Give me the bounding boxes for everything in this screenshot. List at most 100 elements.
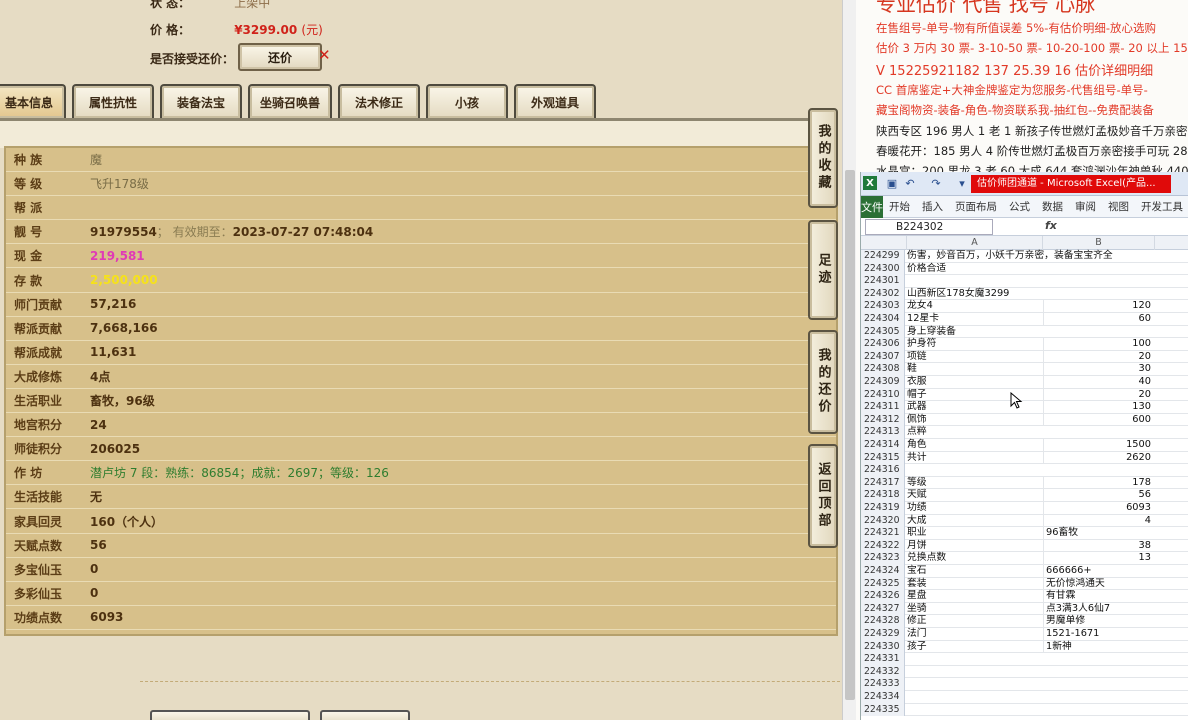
row-number[interactable]: 224301: [861, 275, 905, 288]
cell-b[interactable]: 1500: [1043, 439, 1153, 451]
cell-b[interactable]: 男魔单修: [1043, 615, 1153, 628]
cell-a[interactable]: 伤害，妙音百万，小妖千万亲密，装备宝宝齐全: [907, 250, 1113, 262]
cell-b[interactable]: 666666+: [1043, 565, 1153, 577]
cell-b[interactable]: 13: [1043, 552, 1153, 565]
cell-a[interactable]: 等级: [907, 477, 1041, 489]
row-number[interactable]: 224318: [861, 489, 905, 502]
row-number[interactable]: 224332: [861, 665, 905, 679]
row-number[interactable]: 224322: [861, 539, 905, 553]
cell-a[interactable]: 天赋: [907, 489, 1041, 501]
sheet-row[interactable]: 224325 套装 无价惊鸿通天: [861, 577, 1188, 591]
row-number[interactable]: 224326: [861, 590, 905, 603]
sheet-row[interactable]: 224320 大成 4: [861, 514, 1188, 528]
cell-a[interactable]: 功绩: [907, 502, 1041, 514]
row-number[interactable]: 224310: [861, 388, 905, 402]
sheet-row[interactable]: 224300 价格合适: [861, 262, 1188, 276]
row-number[interactable]: 224317: [861, 476, 905, 490]
cell-b[interactable]: 4: [1043, 514, 1153, 527]
redo-icon[interactable]: ↷: [929, 176, 943, 190]
sheet-row[interactable]: 224305 身上穿装备: [861, 325, 1188, 339]
sheet-row[interactable]: 224302 山西新区178女魔3299: [861, 287, 1188, 301]
cell-b[interactable]: 100: [1043, 338, 1153, 351]
cell-a[interactable]: 孩子: [907, 641, 1041, 653]
cell-a[interactable]: 修正: [907, 615, 1041, 627]
ribbon-tab-developer[interactable]: 开发工具: [1135, 199, 1188, 214]
sheet-row[interactable]: 224301: [861, 275, 1188, 288]
name-box[interactable]: B224302: [865, 219, 993, 235]
bargain-button[interactable]: 还价: [238, 43, 322, 71]
sheet-row[interactable]: 224326 星盘 有甘霖: [861, 590, 1188, 603]
row-number[interactable]: 224315: [861, 451, 905, 465]
ribbon-tab-formulas[interactable]: 公式: [1003, 199, 1036, 214]
sheet-row[interactable]: 224306 护身符 100: [861, 338, 1188, 351]
page-scrollbar[interactable]: [842, 0, 856, 720]
row-number[interactable]: 224306: [861, 338, 905, 351]
close-icon[interactable]: ✕: [318, 46, 331, 64]
cell-b[interactable]: 120: [1043, 300, 1153, 313]
sheet-row[interactable]: 224308 鞋 30: [861, 363, 1188, 376]
cell-a[interactable]: 共计: [907, 452, 1041, 464]
row-number[interactable]: 224319: [861, 502, 905, 515]
sheet-row[interactable]: 224315 共计 2620: [861, 451, 1188, 465]
cell-a[interactable]: 山西新区178女魔3299: [907, 288, 1041, 300]
cell-a[interactable]: 月饼: [907, 540, 1041, 552]
sheet-row[interactable]: 224303 龙女4 120: [861, 300, 1188, 313]
cell-a[interactable]: 佩饰: [907, 414, 1041, 426]
cell-b[interactable]: 1新神: [1043, 640, 1153, 653]
sheet-row[interactable]: 224309 衣服 40: [861, 376, 1188, 389]
tab-spell-correction[interactable]: 法术修正: [338, 84, 420, 118]
row-number[interactable]: 224330: [861, 640, 905, 654]
sheet-row[interactable]: 224335: [861, 703, 1188, 717]
my-bargain-button[interactable]: 我的还价: [808, 330, 838, 434]
row-number[interactable]: 224329: [861, 628, 905, 641]
row-number[interactable]: 224304: [861, 313, 905, 326]
favorites-button[interactable]: 我的收藏: [808, 108, 838, 208]
cell-b[interactable]: 96畜牧: [1043, 527, 1153, 540]
row-number[interactable]: 224335: [861, 703, 905, 717]
row-number[interactable]: 224333: [861, 678, 905, 691]
scrollbar-thumb[interactable]: [845, 170, 855, 700]
ribbon-tab-data[interactable]: 数据: [1036, 199, 1069, 214]
cell-b[interactable]: 有甘霖: [1043, 590, 1153, 603]
sheet-row[interactable]: 224330 孩子 1新神: [861, 640, 1188, 654]
cell-a[interactable]: 套装: [907, 578, 1041, 590]
cell-a[interactable]: 点粹: [907, 426, 1041, 438]
ribbon-tab-review[interactable]: 审阅: [1069, 199, 1102, 214]
sheet-row[interactable]: 224314 角色 1500: [861, 439, 1188, 452]
sheet-row[interactable]: 224319 功绩 6093: [861, 502, 1188, 515]
row-number[interactable]: 224320: [861, 514, 905, 528]
cell-b[interactable]: 130: [1043, 401, 1153, 414]
row-number[interactable]: 224299: [861, 250, 905, 263]
row-number[interactable]: 224313: [861, 426, 905, 439]
row-number[interactable]: 224323: [861, 552, 905, 565]
sheet-row[interactable]: 224331: [861, 653, 1188, 666]
fx-icon[interactable]: fx: [1045, 219, 1057, 232]
row-number[interactable]: 224305: [861, 325, 905, 339]
tab-attributes[interactable]: 属性抗性: [72, 84, 154, 118]
sheet-row[interactable]: 224318 天赋 56: [861, 489, 1188, 502]
back-to-top-button[interactable]: 返回顶部: [808, 444, 838, 548]
spreadsheet-grid[interactable]: 224299 伤害，妙音百万，小妖千万亲密，装备宝宝齐全 224300 价格合适 224…: [861, 250, 1188, 720]
sheet-row[interactable]: 224317 等级 178: [861, 476, 1188, 490]
row-number[interactable]: 224328: [861, 615, 905, 628]
row-number[interactable]: 224307: [861, 350, 905, 364]
tab-appearance[interactable]: 外观道具: [514, 84, 596, 118]
column-header-a[interactable]: A: [907, 236, 1043, 250]
sheet-row[interactable]: 224332: [861, 665, 1188, 679]
cell-b[interactable]: 20: [1043, 350, 1153, 363]
sheet-row[interactable]: 224323 兑换点数 13: [861, 552, 1188, 565]
row-number[interactable]: 224314: [861, 439, 905, 452]
sheet-row[interactable]: 224327 坐骑 点3满3人6仙7: [861, 602, 1188, 616]
sheet-row[interactable]: 224316: [861, 464, 1188, 477]
cell-b[interactable]: 6093: [1043, 502, 1153, 514]
sheet-row[interactable]: 224299 伤害，妙音百万，小妖千万亲密，装备宝宝齐全: [861, 250, 1188, 263]
cell-b[interactable]: 20: [1043, 388, 1153, 401]
cell-a[interactable]: 龙女4: [907, 300, 1041, 312]
cell-b[interactable]: 无价惊鸿通天: [1043, 577, 1153, 590]
sheet-row[interactable]: 224333: [861, 678, 1188, 691]
cell-b[interactable]: 30: [1043, 363, 1153, 376]
sheet-row[interactable]: 224313 点粹: [861, 426, 1188, 439]
tab-equipment[interactable]: 装备法宝: [160, 84, 242, 118]
tab-mounts-pets[interactable]: 坐骑召唤兽: [248, 84, 332, 118]
bottom-button-2[interactable]: [320, 710, 410, 720]
